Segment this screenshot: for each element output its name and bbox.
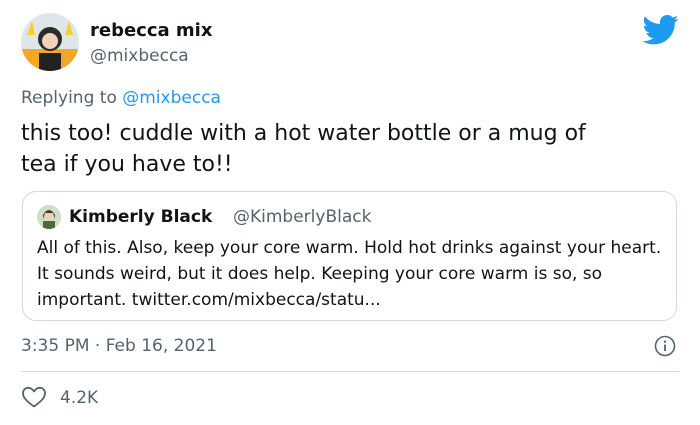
info-icon[interactable] (654, 335, 676, 357)
replying-to-label: Replying to (21, 88, 123, 108)
quoted-author-avatar (37, 205, 61, 229)
quoted-tweet-card[interactable]: Kimberly Black @KimberlyBlack All of thi… (22, 191, 677, 321)
quoted-handle: @KimberlyBlack (233, 207, 372, 227)
quoted-display-name: Kimberly Black (69, 207, 213, 227)
action-divider (21, 371, 679, 372)
author-avatar[interactable] (21, 13, 79, 71)
twitter-bird-icon[interactable] (643, 15, 679, 45)
replying-to-line: Replying to @mixbecca (21, 86, 221, 110)
like-count: 4.2K (60, 388, 99, 408)
author-display-name[interactable]: rebecca mix (90, 19, 212, 43)
reply-mention-link[interactable]: @mixbecca (122, 88, 221, 108)
tweet-text: this too! cuddle with a hot water bottle… (21, 121, 586, 177)
quoted-avatar-image (37, 205, 61, 229)
avatar-image (21, 13, 79, 71)
tweet-timestamp[interactable]: 3:35 PM · Feb 16, 2021 (21, 334, 217, 358)
quoted-tweet-text: All of this. Also, keep your core warm. … (37, 238, 662, 310)
author-handle[interactable]: @mixbecca (90, 45, 189, 67)
heart-icon[interactable] (21, 385, 47, 409)
